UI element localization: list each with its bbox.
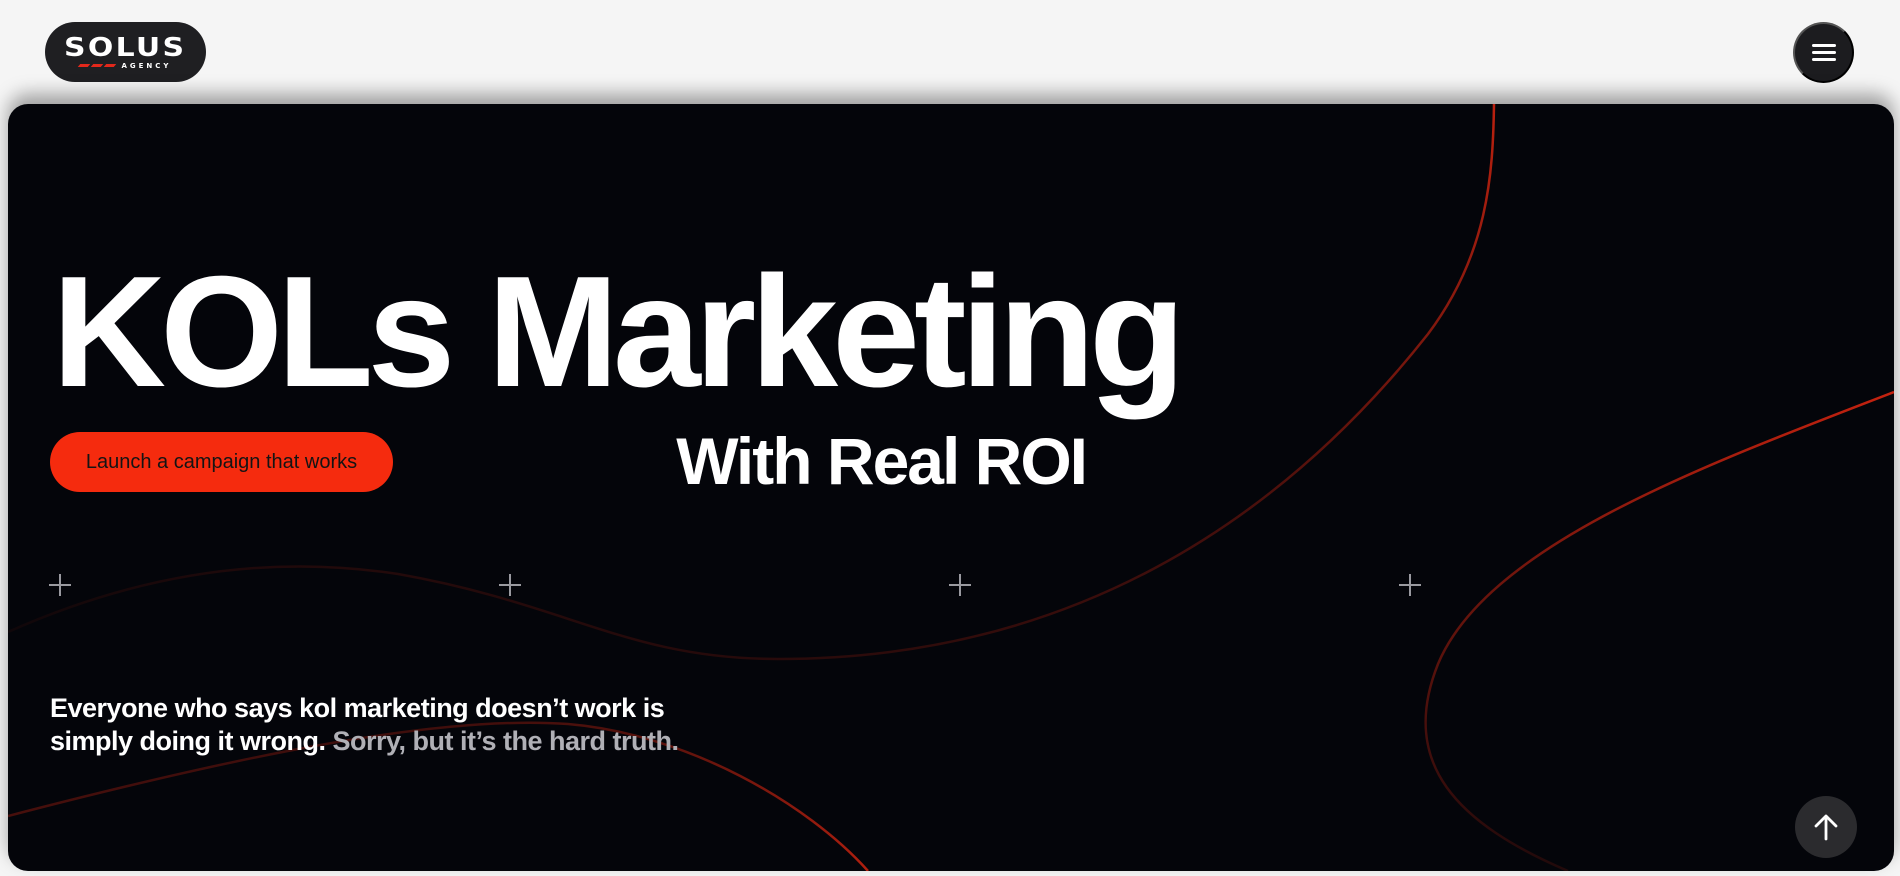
scroll-to-top-button[interactable] [1795, 796, 1857, 858]
plus-icon [499, 574, 521, 596]
hero-tagline: Everyone who says kol marketing doesn’t … [50, 692, 690, 758]
logo-stripes-icon [78, 64, 117, 67]
plus-icon [949, 574, 971, 596]
launch-campaign-button[interactable]: Launch a campaign that works [50, 432, 393, 492]
hero-title: KOLs Marketing [52, 244, 1186, 420]
hero-section: KOLs Marketing With Real ROI Launch a ca… [8, 104, 1894, 871]
tagline-muted: Sorry, but it’s the hard truth. [332, 726, 680, 756]
hero-subtitle: With Real ROI [676, 424, 1088, 498]
logo-subtext: AGENCY [121, 61, 172, 70]
arrow-up-icon [1814, 814, 1838, 841]
logo[interactable]: SOLUS AGENCY [45, 22, 206, 82]
logo-wordmark: SOLUS [64, 32, 187, 63]
top-bar: SOLUS AGENCY [0, 0, 1900, 104]
hamburger-menu-icon[interactable] [1793, 22, 1854, 83]
plus-icon [49, 574, 71, 596]
logo-subline: AGENCY [78, 61, 172, 70]
plus-icon [1399, 574, 1421, 596]
